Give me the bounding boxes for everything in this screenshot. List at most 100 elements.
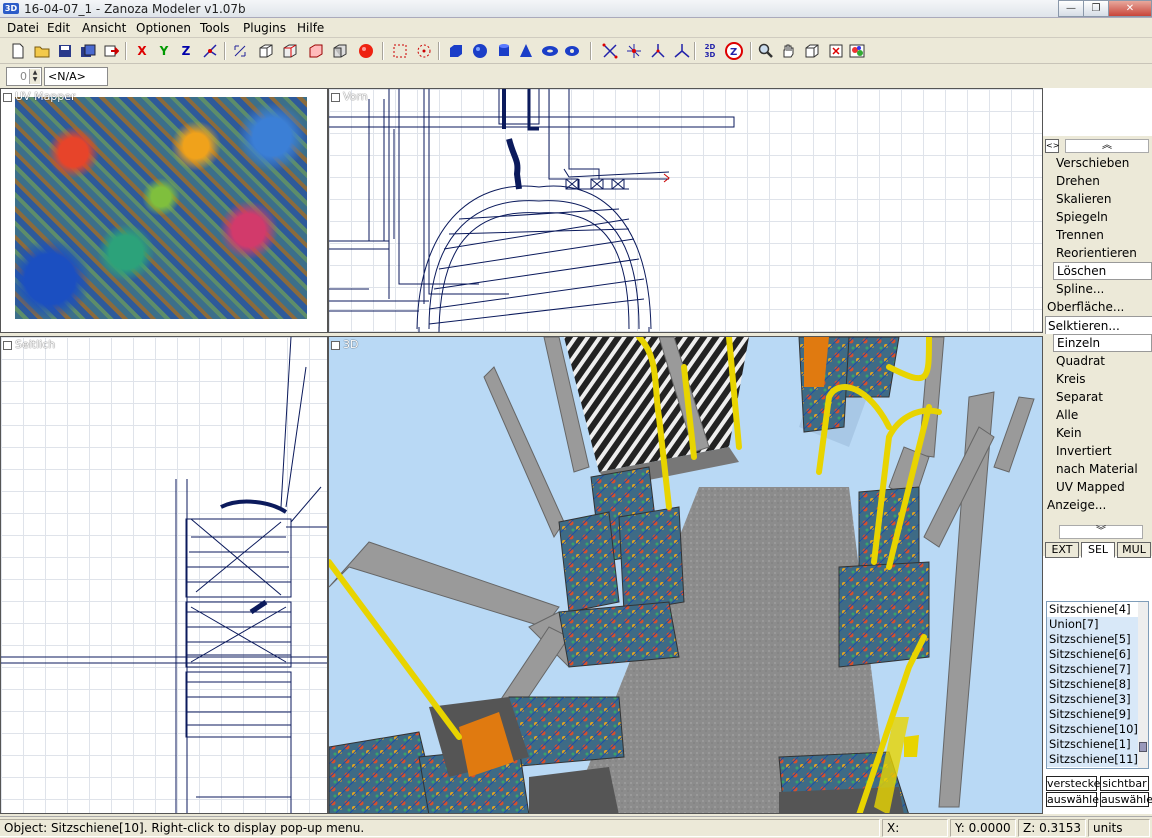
uv-mapper-viewport[interactable]: UV Mapper (0, 88, 328, 333)
texture-icon[interactable] (848, 41, 868, 61)
minimize-button[interactable]: — (1058, 0, 1084, 17)
command-12[interactable]: Kreis (1043, 370, 1152, 388)
select-rect-icon[interactable] (390, 41, 410, 61)
menu-edit[interactable]: Edit (47, 21, 70, 35)
command-2[interactable]: Skalieren (1043, 190, 1152, 208)
cone-icon[interactable] (516, 41, 536, 61)
box-wire-icon[interactable] (256, 41, 276, 61)
menu-ansicht[interactable]: Ansicht (82, 21, 126, 35)
tab-mul[interactable]: MUL (1117, 542, 1151, 558)
scrollbar-thumb[interactable] (1139, 742, 1147, 752)
viewport-menu-icon[interactable] (3, 340, 12, 350)
command-7[interactable]: Spline... (1043, 280, 1152, 298)
side-viewport[interactable]: Seitlich (0, 336, 328, 814)
transform-icon[interactable] (200, 41, 220, 61)
sphere-render-icon[interactable] (356, 41, 376, 61)
menu-datei[interactable]: Datei (7, 21, 39, 35)
transform-move-icon[interactable] (230, 41, 250, 61)
object-list-scrollbar[interactable] (1138, 602, 1148, 768)
3d-viewport[interactable]: 3D (328, 336, 1043, 814)
command-13[interactable]: Separat (1043, 388, 1152, 406)
viewport-menu-icon[interactable] (331, 92, 340, 102)
object-list-item[interactable]: Union[7] (1047, 617, 1148, 632)
object-list[interactable]: Sitzschiene[4] Union[7] Sitzschiene[5] Sitz… (1046, 601, 1149, 769)
object-list-item[interactable]: Sitzschiene[7] (1047, 662, 1148, 677)
cube-icon[interactable] (446, 41, 466, 61)
box-texture-icon[interactable] (306, 41, 326, 61)
spline-icon[interactable] (600, 41, 620, 61)
select-circle-icon[interactable] (414, 41, 434, 61)
command-18[interactable]: UV Mapped (1043, 478, 1152, 496)
viewport-menu-icon[interactable] (3, 92, 12, 102)
command-17[interactable]: nach Material (1043, 460, 1152, 478)
scroll-up-button[interactable]: ︽ (1065, 139, 1149, 153)
menu-optionen[interactable]: Optionen (136, 21, 191, 35)
close-button[interactable]: ✕ (1108, 0, 1152, 17)
menu-tools[interactable]: Tools (200, 21, 230, 35)
maximize-button[interactable]: ❐ (1083, 0, 1109, 17)
command-14[interactable]: Alle (1043, 406, 1152, 424)
command-0[interactable]: Verschieben (1043, 154, 1152, 172)
view-cube-icon[interactable] (802, 41, 822, 61)
menu-hilfe[interactable]: Hilfe (297, 21, 324, 35)
object-list-item[interactable]: Sitzschiene[5] (1047, 632, 1148, 647)
command-4[interactable]: Trennen (1043, 226, 1152, 244)
layer-field[interactable]: <N/A> (44, 67, 108, 86)
command-1[interactable]: Drehen (1043, 172, 1152, 190)
spin-arrows-icon[interactable]: ▲ ▼ (29, 69, 40, 84)
2d-3d-icon[interactable]: 2D 3D (700, 41, 720, 61)
command-16[interactable]: Invertiert (1043, 442, 1152, 460)
command-3[interactable]: Spiegeln (1043, 208, 1152, 226)
torus-icon[interactable] (540, 41, 560, 61)
command-15[interactable]: Kein (1043, 424, 1152, 442)
camera-icon[interactable] (826, 41, 846, 61)
command-9[interactable]: Selktieren... (1045, 316, 1152, 334)
axes-icon[interactable] (672, 41, 692, 61)
show-button[interactable]: sichtbar (1100, 776, 1149, 791)
command-8[interactable]: Oberfläche... (1043, 298, 1152, 316)
viewport-menu-icon[interactable] (331, 340, 340, 350)
object-list-item[interactable]: Sitzschiene[1] (1047, 737, 1148, 752)
object-list-item[interactable]: Sitzschiene[3] (1047, 692, 1148, 707)
object-list-item[interactable]: Sitzschiene[4] (1047, 602, 1148, 617)
open-icon[interactable] (32, 41, 52, 61)
select-button[interactable]: auswählen (1046, 792, 1106, 807)
object-list-item[interactable]: Sitzschiene[9] (1047, 707, 1148, 722)
panel-toggle-button[interactable]: <> (1045, 139, 1059, 153)
command-11[interactable]: Quadrat (1043, 352, 1152, 370)
save-icon[interactable] (55, 41, 75, 61)
zoom-z-icon[interactable]: Z (724, 41, 744, 61)
tab-ext[interactable]: EXT (1045, 542, 1079, 558)
object-list-item[interactable]: Sitzschiene[8] (1047, 677, 1148, 692)
save-as-icon[interactable] (78, 41, 98, 61)
command-10[interactable]: Einzeln (1053, 334, 1152, 352)
command-6[interactable]: Löschen (1053, 262, 1152, 280)
menu-plugins[interactable]: Plugins (243, 21, 286, 35)
axis-x-icon[interactable]: X (132, 41, 152, 61)
scroll-down-button[interactable]: ︾ (1059, 525, 1143, 539)
axis-z-icon[interactable]: Z (176, 41, 196, 61)
vertex-icon[interactable] (624, 41, 644, 61)
export-icon[interactable] (101, 41, 121, 61)
edge-icon[interactable] (648, 41, 668, 61)
ring-icon[interactable] (562, 41, 582, 61)
box-shaded-icon[interactable] (330, 41, 350, 61)
command-19[interactable]: Anzeige... (1043, 496, 1152, 514)
spin-input[interactable]: 0 ▲ ▼ (6, 67, 42, 86)
object-list-item[interactable]: Sitzschiene[10] (1047, 722, 1148, 737)
object-list-item[interactable]: Sitzschiene[11] (1047, 752, 1148, 767)
sphere-icon[interactable] (470, 41, 490, 61)
tab-sel[interactable]: SEL (1081, 542, 1115, 558)
magnify-icon[interactable] (756, 41, 776, 61)
front-viewport[interactable]: Vorn (328, 88, 1043, 333)
select-all-button[interactable]: auswählen (1100, 792, 1152, 807)
box-solid-icon[interactable] (280, 41, 300, 61)
hide-button[interactable]: verstecken (1046, 776, 1107, 791)
command-5[interactable]: Reorientieren (1043, 244, 1152, 262)
hand-icon[interactable] (778, 41, 798, 61)
cylinder-icon[interactable] (494, 41, 514, 61)
axis-y-icon[interactable]: Y (154, 41, 174, 61)
new-icon[interactable] (8, 41, 28, 61)
object-list-item[interactable]: Sitzschiene[6] (1047, 647, 1148, 662)
command-list: Verschieben Drehen Skalieren Spiegeln Trenne… (1043, 154, 1152, 514)
